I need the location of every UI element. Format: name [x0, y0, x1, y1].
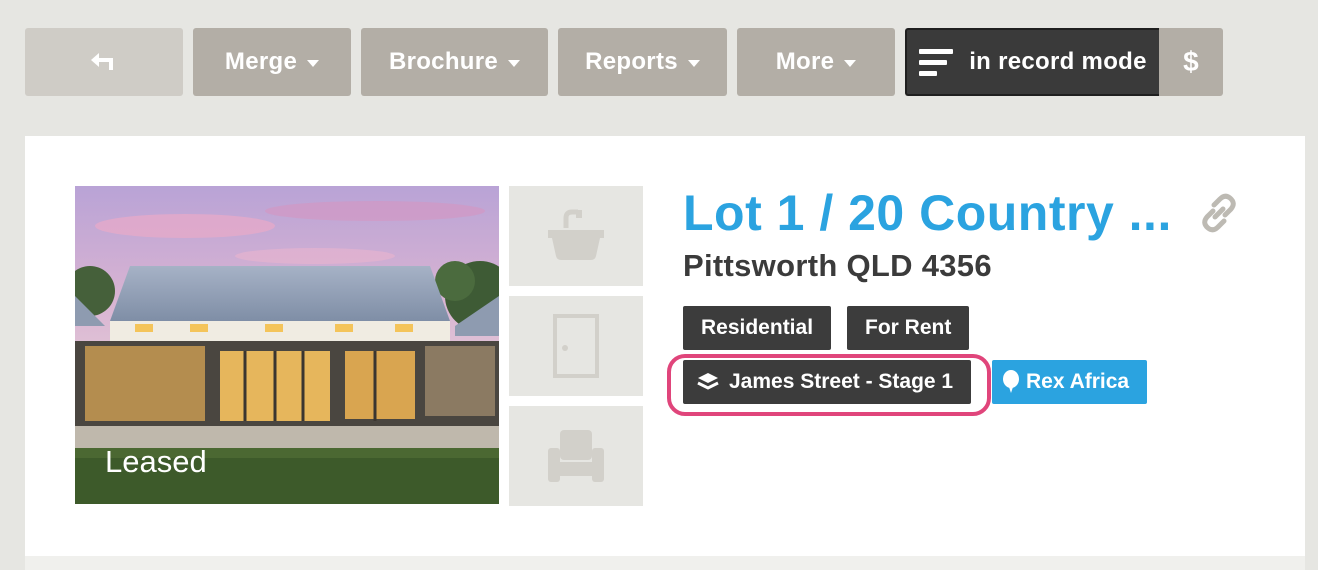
record-mode-button[interactable]: in record mode [905, 28, 1159, 96]
listing-title[interactable]: Lot 1 / 20 Country ... [683, 184, 1172, 242]
tag-category[interactable]: Residential [683, 306, 832, 350]
chevron-down-icon [307, 60, 320, 67]
balloon-icon [1003, 370, 1019, 393]
merge-label: Merge [224, 48, 298, 75]
thumbnail-door[interactable] [509, 296, 643, 396]
merge-button[interactable]: Merge [193, 28, 351, 96]
thumbnail-living[interactable] [509, 406, 643, 506]
link-icon[interactable] [1197, 191, 1241, 240]
reports-button[interactable]: Reports [558, 28, 727, 96]
next-section-edge [25, 556, 1305, 570]
chevron-down-icon [508, 60, 521, 67]
agency-tag[interactable]: Rex Africa [992, 360, 1148, 404]
brochure-label: Brochure [388, 48, 499, 75]
listing-address: Pittsworth QLD 4356 [683, 248, 992, 283]
more-button[interactable]: More [737, 28, 895, 96]
reports-label: Reports [585, 48, 678, 75]
back-button[interactable] [25, 28, 183, 96]
financials-button[interactable]: $ [1159, 28, 1223, 96]
more-label: More [775, 48, 835, 75]
chevron-down-icon [844, 60, 857, 67]
thumbnail-kitchen[interactable] [509, 186, 643, 286]
listing-card: Leased Lot 1 / 20 Country ... Pittsworth… [25, 136, 1305, 556]
status-badge: Leased [105, 444, 207, 479]
dollar-icon: $ [1183, 46, 1199, 77]
tag-listing-type[interactable]: For Rent [847, 306, 970, 350]
door-icon [553, 314, 599, 378]
main-photo[interactable]: Leased [75, 186, 499, 504]
record-mode-label: in record mode [969, 48, 1147, 75]
brochure-button[interactable]: Brochure [361, 28, 548, 96]
agency-tag-label: Rex Africa [1026, 370, 1130, 393]
menu-lines-icon [919, 48, 954, 76]
armchair-icon [548, 430, 604, 482]
back-arrow-icon [91, 53, 113, 70]
highlight-annotation [667, 354, 991, 416]
sink-icon [548, 209, 604, 260]
chevron-down-icon [687, 60, 700, 67]
